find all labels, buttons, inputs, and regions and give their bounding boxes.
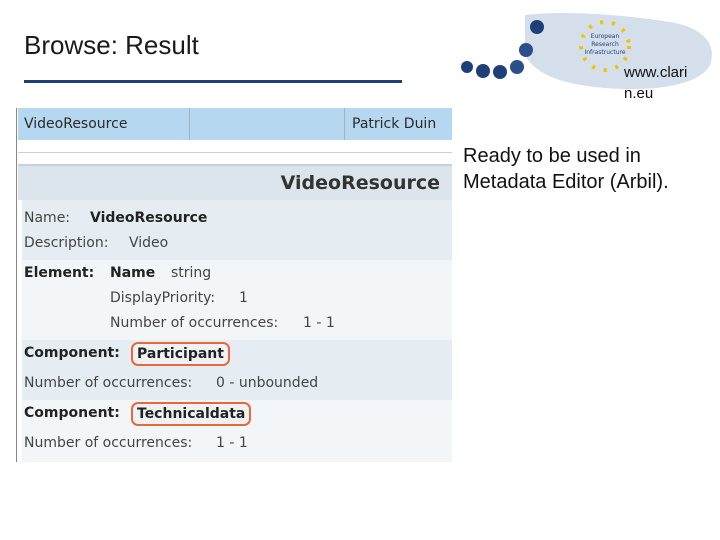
element-occurrences-value: 1 - 1 (303, 315, 335, 331)
component-label: Component: (24, 345, 120, 361)
component-browser-screenshot: VideoResource Patrick Duin VideoResource… (16, 108, 452, 462)
detail-header: VideoResource (18, 164, 452, 200)
table-row[interactable]: VideoResource Patrick Duin (18, 108, 452, 152)
logo-dot (493, 65, 507, 79)
logo-text-line: Research (591, 41, 619, 48)
slide-note: Ready to be used in Metadata Editor (Arb… (463, 145, 669, 193)
detail-title: VideoResource (280, 172, 440, 194)
element-type: string (171, 265, 212, 281)
logo-dot (476, 64, 490, 78)
element-name-label: Name (110, 265, 156, 281)
logo-dot (461, 61, 473, 73)
title-underline (24, 80, 402, 83)
component-participant-highlight[interactable]: Participant (131, 342, 230, 366)
description-label: Description: (24, 235, 109, 251)
table-row-empty (18, 140, 452, 153)
logo-dot (519, 43, 533, 57)
row-name-cell: VideoResource (24, 116, 128, 132)
element-occurrences-label: Number of occurrences: (110, 315, 279, 331)
logo-text-line: European (591, 33, 620, 40)
slide-title: Browse: Result (24, 30, 199, 60)
component-occurrences-value: 0 - unbounded (216, 375, 319, 391)
description-value: Video (129, 235, 169, 251)
display-priority-value: 1 (239, 290, 248, 306)
logo-dot (530, 20, 544, 34)
component-occurrences-label: Number of occurrences: (24, 435, 193, 451)
name-label: Name: (24, 210, 71, 226)
component-occurrences-label: Number of occurrences: (24, 375, 193, 391)
name-value: VideoResource (90, 210, 208, 226)
component-occurrences-value: 1 - 1 (216, 435, 248, 451)
clarin-url: www.clari n.eu (624, 64, 688, 102)
detail-info-band (22, 200, 452, 260)
component-technicaldata-highlight[interactable]: Technicaldata (131, 402, 252, 426)
display-priority-label: DisplayPriority: (110, 290, 216, 306)
row-owner-cell: Patrick Duin (352, 116, 437, 132)
logo-dot (510, 60, 524, 74)
screenshot-border (16, 108, 17, 462)
component-label: Component: (24, 405, 120, 421)
logo-text-line: Infrastructure (584, 49, 625, 56)
element-label: Element: (24, 265, 95, 281)
